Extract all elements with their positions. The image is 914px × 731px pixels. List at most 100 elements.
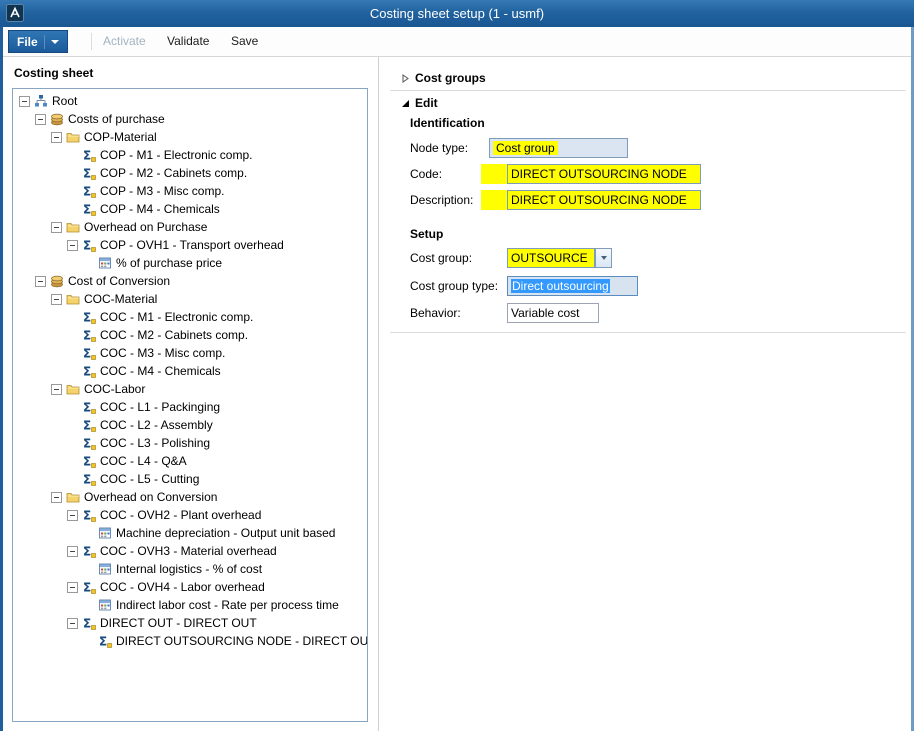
svg-text:Σ: Σ [83,239,91,253]
window-border-left [0,27,3,731]
tree-item-label: COP-Material [84,130,157,144]
sigma-icon: Σ [82,418,96,432]
file-menu-button[interactable]: File [8,30,68,53]
collapse-toggle-icon[interactable] [67,582,78,593]
tree-item[interactable]: ΣCOC - L5 - Cutting [13,470,367,488]
edit-section-header[interactable]: Edit [401,96,438,110]
svg-text:Σ: Σ [83,509,91,523]
svg-text:Σ: Σ [83,581,91,595]
svg-text:Σ: Σ [83,185,91,199]
validate-button[interactable]: Validate [161,27,215,56]
sigma-icon: Σ [82,436,96,450]
code-label: Code: [410,164,442,184]
tree-item-label: COC - OVH4 - Labor overhead [100,580,265,594]
collapse-toggle-icon[interactable] [51,222,62,233]
tree-item[interactable]: ΣCOP - M3 - Misc comp. [13,182,367,200]
tree-item[interactable]: Σ COC - OVH3 - Material overhead [13,542,367,560]
description-label: Description: [410,190,473,210]
tree-item[interactable]: ΣCOC - L3 - Polishing [13,434,367,452]
tree-item[interactable]: COC-Labor [13,380,367,398]
folder-icon [66,292,80,306]
tree-item-label: COC - L5 - Cutting [100,472,199,486]
node-type-value: Cost group [493,141,558,155]
tree-item[interactable]: Internal logistics - % of cost [13,560,367,578]
svg-text:Σ: Σ [83,149,91,163]
svg-text:Σ: Σ [83,203,91,217]
collapse-toggle-icon[interactable] [51,492,62,503]
code-field[interactable]: DIRECT OUTSOURCING NODE [507,164,701,184]
save-button[interactable]: Save [225,27,264,56]
behavior-field[interactable]: Variable cost [507,303,599,323]
tree-item[interactable]: ΣCOC - M2 - Cabinets comp. [13,326,367,344]
sigma-icon: Σ [82,544,96,558]
window-title: Costing sheet setup (1 - usmf) [0,0,914,27]
collapse-toggle-icon[interactable] [51,384,62,395]
cost-group-dropdown-button[interactable] [595,248,612,268]
cost-groups-section-header[interactable]: Cost groups [401,71,486,85]
tree-item[interactable]: Machine depreciation - Output unit based [13,524,367,542]
description-field[interactable]: DIRECT OUTSOURCING NODE [507,190,701,210]
svg-text:Σ: Σ [83,455,91,469]
tree-item[interactable]: ΣCOC - L1 - Packinging [13,398,367,416]
tree-item[interactable]: ΣDIRECT OUTSOURCING NODE - DIRECT OU [13,632,367,650]
collapse-toggle-icon[interactable] [67,546,78,557]
tree-item[interactable]: Σ COP - M4 - Chemicals [13,200,367,218]
cost-group-type-value: Direct outsourcing [511,279,610,293]
tree-item-label: DIRECT OUTSOURCING NODE - DIRECT OU [116,634,368,648]
tree-item[interactable]: Indirect labor cost - Rate per process t… [13,596,367,614]
tree-item[interactable]: ΣCOC - M4 - Chemicals [13,362,367,380]
tree-item[interactable]: ΣCOC - L2 - Assembly [13,416,367,434]
sigma-icon: Σ [82,580,96,594]
tree-item[interactable]: Overhead on Purchase [13,218,367,236]
costing-sheet-tree[interactable]: RootCosts of purchaseCOP-MaterialΣCOP - … [12,88,368,722]
svg-text:Σ: Σ [83,329,91,343]
tree-item[interactable]: % of purchase price [13,254,367,272]
tree-item[interactable]: ΣCOP - M1 - Electronic comp. [13,146,367,164]
section-separator [390,332,906,333]
node-type-field[interactable]: Cost group [489,138,628,158]
activate-button[interactable]: Activate [97,27,152,56]
svg-text:Σ: Σ [83,347,91,361]
tree-item-label: Overhead on Conversion [84,490,217,504]
collapse-toggle-icon[interactable] [51,294,62,305]
collapse-toggle-icon[interactable] [19,96,30,107]
org-hierarchy-icon [34,94,48,108]
tree-item-label: COC - M1 - Electronic comp. [100,310,253,324]
cost-group-type-field[interactable]: Direct outsourcing [507,276,638,296]
setup-heading: Setup [410,227,443,241]
tree-item-label: COP - M4 - Chemicals [100,202,220,216]
tree-item[interactable]: Costs of purchase [13,110,367,128]
tree-item[interactable]: COP-Material [13,128,367,146]
collapse-toggle-icon[interactable] [35,276,46,287]
tree-item[interactable]: ΣCOP - M2 - Cabinets comp. [13,164,367,182]
svg-text:Σ: Σ [83,437,91,451]
collapse-toggle-icon[interactable] [51,132,62,143]
collapse-toggle-icon[interactable] [67,618,78,629]
tree-item[interactable]: Root [13,92,367,110]
tree-item[interactable]: Σ COC - OVH2 - Plant overhead [13,506,367,524]
collapse-toggle-icon[interactable] [67,510,78,521]
collapse-toggle-icon[interactable] [67,240,78,251]
tree-item[interactable]: ΣCOC - L4 - Q&A [13,452,367,470]
tree-item-label: DIRECT OUT - DIRECT OUT [100,616,257,630]
cost-group-field[interactable]: OUTSOURCE [507,248,595,268]
tree-item[interactable]: Σ COC - OVH4 - Labor overhead [13,578,367,596]
tree-item-label: Machine depreciation - Output unit based [116,526,335,540]
tree-item[interactable]: Cost of Conversion [13,272,367,290]
tree-item-label: COC - OVH3 - Material overhead [100,544,277,558]
svg-text:Σ: Σ [83,167,91,181]
tree-item[interactable]: ΣCOP - OVH1 - Transport overhead [13,236,367,254]
sigma-icon: Σ [82,184,96,198]
tree-item-label: % of purchase price [116,256,222,270]
tree-item[interactable]: ΣDIRECT OUT - DIRECT OUT [13,614,367,632]
behavior-label: Behavior: [410,303,461,323]
svg-text:Σ: Σ [83,311,91,325]
sigma-icon: Σ [82,454,96,468]
collapse-toggle-icon[interactable] [35,114,46,125]
tree-item[interactable]: Overhead on Conversion [13,488,367,506]
tree-item[interactable]: Σ COC - M1 - Electronic comp. [13,308,367,326]
tree-item-label: COC - OVH2 - Plant overhead [100,508,261,522]
tree-item-label: Root [52,94,77,108]
tree-item[interactable]: COC-Material [13,290,367,308]
tree-item[interactable]: ΣCOC - M3 - Misc comp. [13,344,367,362]
